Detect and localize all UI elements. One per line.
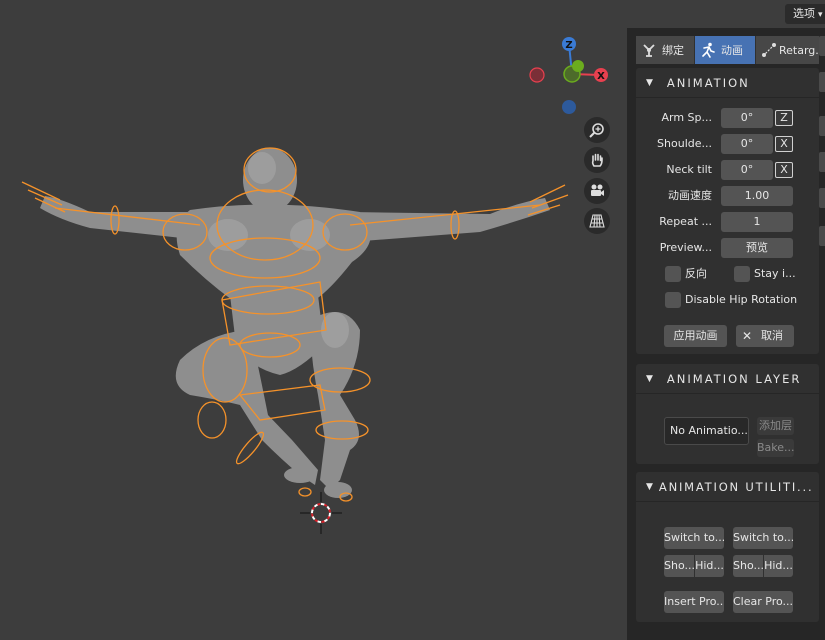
animation-utilities-section-title: ANIMATION UTILITI... bbox=[658, 479, 814, 494]
neck-tilt-label: Neck tilt bbox=[666, 163, 712, 176]
shoulder-row: Shoulde... 0° X bbox=[636, 134, 819, 154]
vertical-tab[interactable] bbox=[819, 36, 825, 56]
preview-row: Preview... 预览 bbox=[636, 238, 819, 258]
clear-button[interactable]: Clear Pro... bbox=[733, 591, 793, 613]
retarget-icon bbox=[761, 42, 777, 58]
camera-icon bbox=[591, 184, 604, 196]
y-axis-ball[interactable] bbox=[572, 60, 584, 72]
zoom-button[interactable] bbox=[584, 117, 610, 143]
insert-button[interactable]: Insert Pro... bbox=[664, 591, 724, 613]
arm-spin-field[interactable]: 0° bbox=[721, 108, 773, 128]
sidebar-vertical-tabs[interactable] bbox=[819, 28, 825, 258]
pan-button[interactable] bbox=[584, 147, 610, 173]
speed-row: 动画速度 1.00 bbox=[636, 186, 819, 206]
reverse-checkbox[interactable] bbox=[665, 266, 681, 282]
3d-cursor[interactable] bbox=[300, 492, 342, 534]
vertical-tab[interactable] bbox=[819, 152, 825, 172]
grid-icon bbox=[589, 214, 605, 228]
reverse-label: 反向 bbox=[685, 267, 707, 280]
switch-left-button[interactable]: Switch to... bbox=[664, 527, 724, 549]
show-right-button[interactable]: Sho... bbox=[733, 555, 763, 577]
x-axis-label: X bbox=[597, 71, 605, 82]
tab-animation-label: 动画 bbox=[721, 44, 743, 57]
vertical-tab[interactable] bbox=[819, 116, 825, 136]
z-axis-label: Z bbox=[565, 40, 572, 51]
cancel-button[interactable]: ✕ 取消 bbox=[736, 325, 794, 347]
tab-rig[interactable]: 绑定 bbox=[636, 36, 695, 64]
hide-left-button[interactable]: Hid... bbox=[695, 555, 724, 577]
neck-tilt-axis-button[interactable]: X bbox=[775, 162, 793, 178]
hide-right-button[interactable]: Hid... bbox=[764, 555, 793, 577]
collapse-triangle-icon: ▼ bbox=[646, 77, 653, 88]
perspective-toggle-button[interactable] bbox=[584, 208, 610, 234]
running-icon bbox=[700, 42, 716, 58]
stay-checkbox[interactable] bbox=[734, 266, 750, 282]
stay-label: Stay i... bbox=[754, 267, 796, 280]
switch-right-button[interactable]: Switch to... bbox=[733, 527, 793, 549]
neck-tilt-row: Neck tilt 0° X bbox=[636, 160, 819, 180]
rig-icon bbox=[641, 42, 657, 58]
tab-animation[interactable]: 动画 bbox=[695, 36, 756, 64]
preview-button[interactable]: 预览 bbox=[721, 238, 793, 258]
repeat-row: Repeat ... 1 bbox=[636, 212, 819, 232]
shoulder-axis-button[interactable]: X bbox=[775, 136, 793, 152]
arm-spin-label: Arm Sp... bbox=[661, 111, 712, 124]
animation-layer-section: ▼ ANIMATION LAYER No Animatio... 添加层 Bak… bbox=[636, 364, 819, 464]
tab-retarget[interactable]: Retarg... bbox=[756, 36, 819, 64]
bake-button[interactable]: Bake... bbox=[757, 439, 794, 457]
apply-animation-button[interactable]: 应用动画 bbox=[664, 325, 727, 347]
shoulder-label: Shoulde... bbox=[657, 137, 712, 150]
animation-utilities-section: ▼ ANIMATION UTILITI... Switch to... Swit… bbox=[636, 472, 819, 622]
vertical-tab[interactable] bbox=[819, 72, 825, 92]
collapse-triangle-icon: ▼ bbox=[646, 373, 653, 384]
neck-tilt-field[interactable]: 0° bbox=[721, 160, 773, 180]
navigation-gizmo[interactable]: Z X bbox=[526, 34, 614, 114]
hand-icon bbox=[591, 153, 603, 167]
animation-section: ▼ ANIMATION Arm Sp... 0° Z Shoulde... 0°… bbox=[636, 68, 819, 354]
character-mesh bbox=[40, 148, 550, 498]
animation-layer-section-title: ANIMATION LAYER bbox=[666, 371, 802, 386]
add-layer-button[interactable]: 添加层 bbox=[757, 417, 794, 435]
options-dropdown[interactable]: 选项 ▾ bbox=[785, 4, 825, 24]
tab-rig-label: 绑定 bbox=[662, 44, 684, 57]
collapse-triangle-icon: ▼ bbox=[646, 481, 653, 492]
animation-section-header[interactable]: ▼ ANIMATION bbox=[636, 68, 819, 98]
arm-spin-axis-button[interactable]: Z bbox=[775, 110, 793, 126]
repeat-label: Repeat ... bbox=[659, 215, 712, 228]
camera-view-button[interactable] bbox=[584, 178, 610, 204]
preview-label: Preview... bbox=[659, 241, 712, 254]
vertical-tab[interactable] bbox=[819, 226, 825, 246]
show-left-button[interactable]: Sho... bbox=[664, 555, 694, 577]
addon-tabs: 绑定 动画 Retarg... bbox=[636, 36, 819, 66]
cancel-label: 取消 bbox=[761, 329, 783, 342]
close-icon: ✕ bbox=[742, 329, 753, 343]
arm-spin-row: Arm Sp... 0° Z bbox=[636, 108, 819, 128]
animation-layer-select[interactable]: No Animatio... bbox=[664, 417, 749, 445]
chevron-down-icon: ▾ bbox=[818, 10, 823, 20]
vertical-tab[interactable] bbox=[819, 188, 825, 208]
tab-retarget-label: Retarg... bbox=[779, 43, 819, 57]
options-label: 选项 bbox=[793, 7, 815, 20]
zoom-icon bbox=[589, 123, 604, 138]
disable-hip-rotation-label: Disable Hip Rotation bbox=[685, 293, 798, 306]
speed-field[interactable]: 1.00 bbox=[721, 186, 793, 206]
neg-x-axis-ball[interactable] bbox=[529, 67, 545, 83]
animation-section-title: ANIMATION bbox=[666, 75, 750, 90]
shoulder-field[interactable]: 0° bbox=[721, 134, 773, 154]
animation-layer-section-header[interactable]: ▼ ANIMATION LAYER bbox=[636, 364, 819, 394]
speed-label: 动画速度 bbox=[668, 189, 712, 202]
neg-z-axis-ball[interactable] bbox=[562, 100, 576, 114]
animation-utilities-section-header[interactable]: ▼ ANIMATION UTILITI... bbox=[636, 472, 819, 502]
repeat-field[interactable]: 1 bbox=[721, 212, 793, 232]
disable-hip-rotation-checkbox[interactable] bbox=[665, 292, 681, 308]
